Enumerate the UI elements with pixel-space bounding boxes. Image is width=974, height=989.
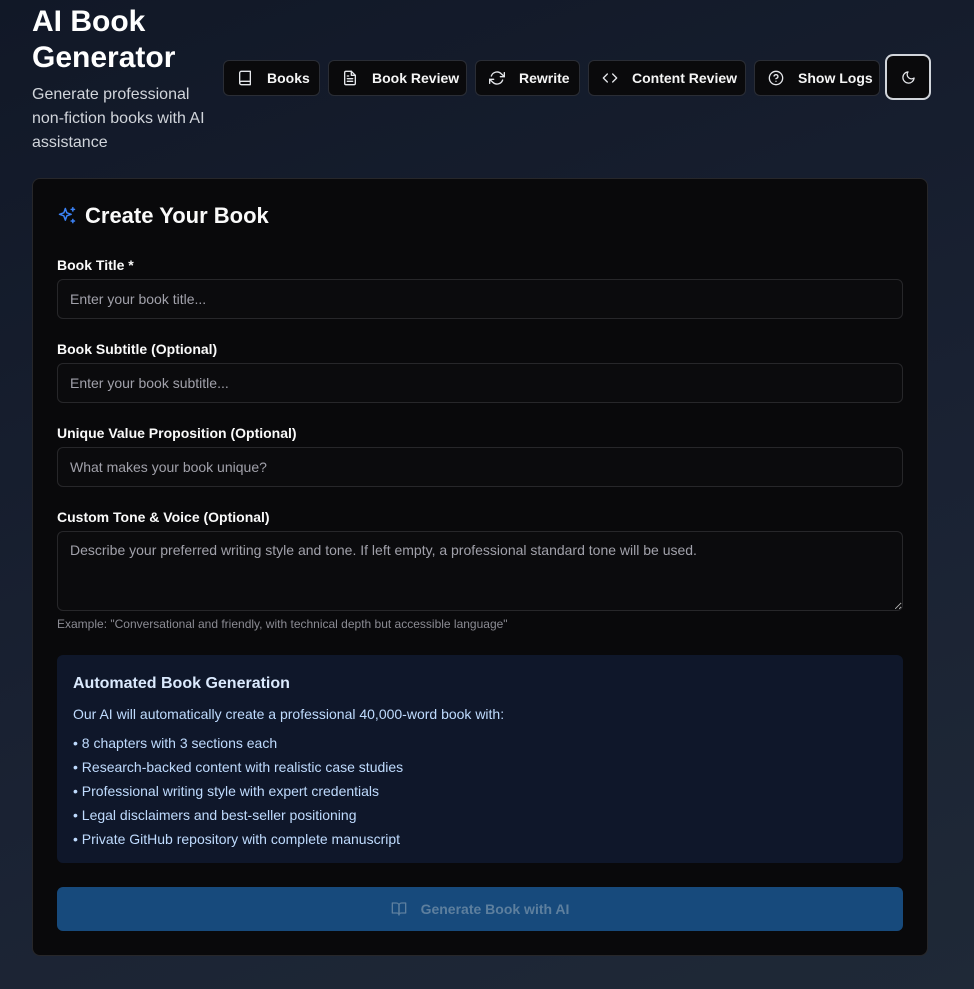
list-item: • Research-backed content with realistic…	[73, 759, 404, 775]
info-list: • 8 chapters with 3 sections each • Rese…	[73, 731, 887, 851]
app-subtitle: Generate professional non-fiction books …	[32, 86, 205, 151]
refresh-icon	[489, 70, 505, 86]
show-logs-button-label: Show Logs	[798, 70, 873, 86]
generate-book-button[interactable]: Generate Book with AI	[57, 887, 903, 931]
info-intro: Our AI will automatically create a profe…	[73, 706, 505, 722]
tone-textarea[interactable]	[57, 531, 903, 611]
file-text-icon	[342, 70, 358, 86]
tone-label: Custom Tone & Voice (Optional)	[57, 509, 270, 525]
uvp-input[interactable]	[57, 447, 903, 487]
rewrite-button[interactable]: Rewrite	[475, 60, 580, 96]
book-subtitle-input[interactable]	[57, 363, 903, 403]
list-item: • 8 chapters with 3 sections each	[73, 735, 278, 751]
info-title: Automated Book Generation	[73, 675, 290, 692]
book-icon	[237, 70, 253, 86]
content-review-button[interactable]: Content Review	[588, 60, 746, 96]
create-book-card: Create Your Book Book Title * Book Subti…	[32, 178, 928, 956]
book-open-icon	[391, 901, 421, 917]
book-title-label: Book Title *	[57, 257, 134, 273]
list-item: • Legal disclaimers and best-seller posi…	[73, 807, 357, 823]
show-logs-button[interactable]: Show Logs	[754, 60, 880, 96]
book-subtitle-label: Book Subtitle (Optional)	[57, 341, 218, 357]
list-item: • Private GitHub repository with complet…	[73, 831, 401, 847]
rewrite-button-label: Rewrite	[519, 70, 570, 86]
card-title-text: Create Your Book	[85, 203, 269, 228]
sparkles-icon	[57, 206, 85, 226]
uvp-label: Unique Value Proposition (Optional)	[57, 425, 297, 441]
book-title-input[interactable]	[57, 279, 903, 319]
list-item: • Professional writing style with expert…	[73, 783, 380, 799]
help-circle-icon	[768, 70, 784, 86]
card-title: Create Your Book	[57, 203, 269, 229]
theme-toggle-button[interactable]	[885, 54, 931, 100]
books-button[interactable]: Books	[223, 60, 320, 96]
app-title: AI Book Generator	[32, 5, 176, 74]
generate-book-button-label: Generate Book with AI	[420, 901, 570, 917]
tone-hint: Example: "Conversational and friendly, w…	[57, 617, 508, 631]
automated-generation-info: Automated Book Generation Our AI will au…	[57, 655, 903, 863]
content-review-button-label: Content Review	[632, 70, 738, 86]
books-button-label: Books	[267, 70, 310, 86]
code-icon	[602, 70, 618, 86]
book-review-button-label: Book Review	[372, 70, 460, 86]
book-review-button[interactable]: Book Review	[328, 60, 467, 96]
moon-icon	[901, 70, 916, 85]
